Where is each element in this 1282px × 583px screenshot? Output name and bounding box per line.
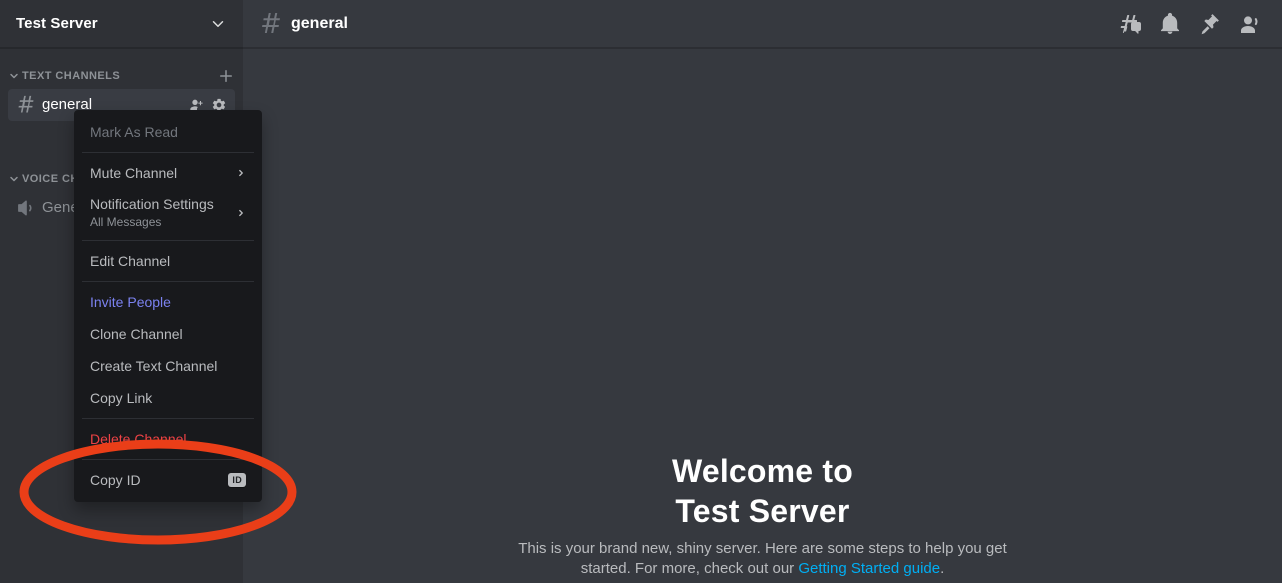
getting-started-guide-link[interactable]: Getting Started guide bbox=[798, 560, 940, 577]
context-menu-group: Mark As Read bbox=[74, 116, 262, 148]
context-menu-group: Delete Channel bbox=[74, 423, 262, 455]
menu-item-label: Copy ID bbox=[90, 471, 222, 489]
message-area: Welcome to Test Server This is your bran… bbox=[243, 48, 1282, 583]
main-content: general bbox=[243, 0, 1282, 583]
context-menu-group: Invite People Clone Channel Create Text … bbox=[74, 286, 262, 414]
menu-item-label: Notification Settings bbox=[90, 196, 214, 212]
menu-item-label: Copy Link bbox=[90, 389, 246, 407]
chevron-down-icon[interactable] bbox=[209, 15, 227, 33]
menu-divider bbox=[82, 281, 254, 282]
hash-icon bbox=[16, 95, 36, 115]
page-title: general bbox=[291, 15, 1118, 33]
menu-divider bbox=[82, 152, 254, 153]
menu-item-mute-channel[interactable]: Mute Channel bbox=[82, 157, 254, 189]
header-icon-group bbox=[1118, 12, 1274, 36]
menu-item-label: Mark As Read bbox=[90, 123, 246, 141]
menu-item-copy-id[interactable]: Copy ID ID bbox=[82, 464, 254, 496]
members-icon[interactable] bbox=[1238, 12, 1262, 36]
category-label: TEXT CHANNELS bbox=[22, 70, 217, 82]
context-menu-group: Mute Channel Notification Settings All M… bbox=[74, 157, 262, 236]
category-text-channels[interactable]: TEXT CHANNELS bbox=[0, 64, 243, 88]
menu-item-label-wrap: Notification Settings All Messages bbox=[90, 195, 230, 230]
menu-item-label: Invite People bbox=[90, 293, 246, 311]
menu-item-create-text-channel[interactable]: Create Text Channel bbox=[82, 350, 254, 382]
context-menu-group: Copy ID ID bbox=[74, 464, 262, 496]
menu-divider bbox=[82, 240, 254, 241]
menu-divider bbox=[82, 418, 254, 419]
welcome-title-line1: Welcome to bbox=[263, 451, 1262, 491]
channel-header: general bbox=[243, 0, 1282, 48]
discord-app-window: Test Server TEXT CHANNELS bbox=[0, 0, 1282, 583]
menu-item-notification-settings[interactable]: Notification Settings All Messages bbox=[82, 189, 254, 236]
menu-item-copy-link[interactable]: Copy Link bbox=[82, 382, 254, 414]
plus-icon[interactable] bbox=[217, 67, 235, 85]
menu-item-label: Mute Channel bbox=[90, 164, 230, 182]
context-menu-group: Edit Channel bbox=[74, 245, 262, 277]
id-badge-icon: ID bbox=[228, 473, 246, 487]
menu-item-label: Create Text Channel bbox=[90, 357, 246, 375]
menu-item-label: Edit Channel bbox=[90, 252, 246, 270]
server-name-label: Test Server bbox=[16, 15, 209, 32]
threads-icon[interactable] bbox=[1118, 12, 1142, 36]
menu-item-invite-people[interactable]: Invite People bbox=[82, 286, 254, 318]
menu-item-clone-channel[interactable]: Clone Channel bbox=[82, 318, 254, 350]
chevron-down-small-icon[interactable] bbox=[8, 173, 20, 185]
welcome-block: Welcome to Test Server This is your bran… bbox=[243, 451, 1282, 579]
menu-item-label: Clone Channel bbox=[90, 325, 246, 343]
menu-item-label: Delete Channel bbox=[90, 430, 246, 448]
welcome-description-period: . bbox=[940, 560, 944, 577]
chevron-right-icon bbox=[236, 168, 246, 178]
pin-icon[interactable] bbox=[1198, 12, 1222, 36]
chevron-right-icon bbox=[236, 208, 246, 218]
hash-icon bbox=[259, 12, 283, 36]
welcome-description: This is your brand new, shiny server. He… bbox=[503, 539, 1023, 579]
welcome-title-line2: Test Server bbox=[263, 491, 1262, 531]
server-header-button[interactable]: Test Server bbox=[0, 0, 243, 48]
menu-divider bbox=[82, 459, 254, 460]
menu-item-mark-as-read: Mark As Read bbox=[82, 116, 254, 148]
menu-item-delete-channel[interactable]: Delete Channel bbox=[82, 423, 254, 455]
menu-item-sublabel: All Messages bbox=[90, 214, 230, 230]
chevron-down-small-icon[interactable] bbox=[8, 70, 20, 82]
channel-context-menu: Mark As Read Mute Channel Notification S… bbox=[74, 110, 262, 502]
menu-item-edit-channel[interactable]: Edit Channel bbox=[82, 245, 254, 277]
bell-icon[interactable] bbox=[1158, 12, 1182, 36]
speaker-icon bbox=[16, 198, 36, 218]
